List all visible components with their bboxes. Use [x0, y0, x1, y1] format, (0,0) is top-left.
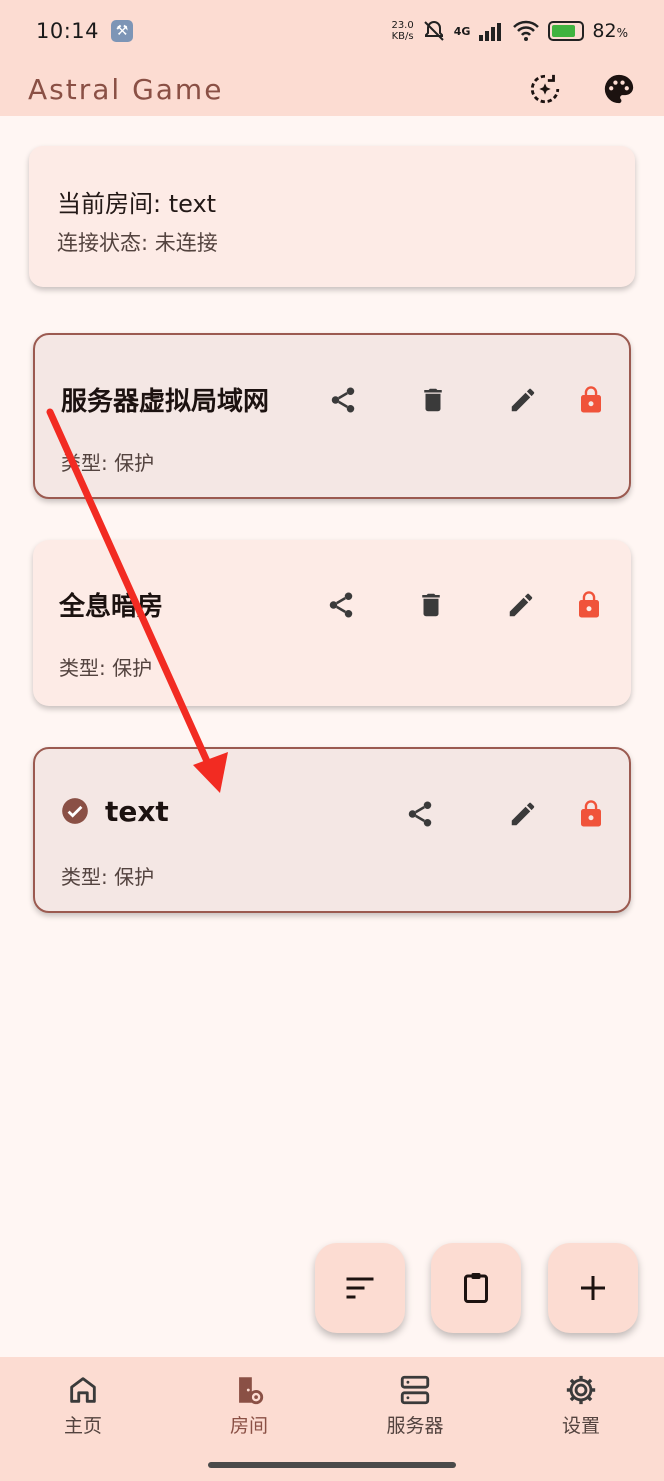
lock-icon — [579, 591, 599, 618]
room-type: 类型: 保护 — [61, 451, 155, 475]
sort-button[interactable] — [315, 1243, 405, 1333]
delete-icon[interactable] — [418, 385, 448, 415]
server-icon — [400, 1375, 430, 1405]
nav-item-rooms[interactable]: 房间 — [166, 1357, 332, 1453]
signal-icon — [479, 23, 502, 41]
share-icon[interactable] — [328, 385, 358, 415]
app-title: Astral Game — [28, 72, 224, 106]
edit-icon[interactable] — [508, 799, 538, 829]
nav-item-settings[interactable]: 设置 — [498, 1357, 664, 1453]
bottom-navigation: 主页 房间 服务器 设置 — [0, 1357, 664, 1453]
share-icon[interactable] — [405, 799, 435, 829]
bell-off-icon — [424, 20, 444, 41]
nav-label: 服务器 — [386, 1415, 444, 1437]
status-indicators: 23.0 KB/s 4G 82% — [391, 19, 628, 43]
wrench-icon: ⚒ — [111, 20, 134, 42]
sync-icon[interactable] — [528, 72, 562, 106]
nav-item-home[interactable]: 主页 — [0, 1357, 166, 1453]
sort-icon — [346, 1277, 374, 1299]
room-settings-icon — [239, 1377, 264, 1405]
nav-label: 房间 — [229, 1415, 268, 1437]
delete-icon[interactable] — [416, 590, 446, 620]
room-card[interactable]: 全息暗房 类型: 保护 — [33, 540, 631, 706]
clock: 10:14 — [36, 19, 100, 43]
lock-icon — [581, 800, 601, 827]
connection-status-label: 连接状态: 未连接 — [57, 231, 218, 255]
battery-percent: 82% — [592, 20, 628, 42]
room-name: text — [105, 795, 169, 828]
palette-icon[interactable] — [602, 72, 636, 106]
share-icon[interactable] — [326, 590, 356, 620]
nav-label: 主页 — [63, 1415, 102, 1437]
gesture-handle[interactable] — [208, 1462, 456, 1468]
current-room-label: 当前房间: text — [57, 190, 217, 218]
network-speed: 23.0 KB/s — [391, 20, 413, 42]
lock-icon — [581, 386, 601, 413]
nav-label: 设置 — [561, 1415, 600, 1437]
room-type: 类型: 保护 — [61, 865, 155, 889]
edit-icon[interactable] — [508, 385, 538, 415]
add-room-button[interactable] — [548, 1243, 638, 1333]
net-speed-value: 23.0 — [391, 20, 414, 31]
room-card-selected[interactable]: text 类型: 保护 — [33, 747, 631, 913]
gear-icon — [566, 1375, 596, 1405]
room-name: 服务器虚拟局域网 — [61, 387, 270, 417]
paste-button[interactable] — [431, 1243, 521, 1333]
app-bar: Astral Game — [0, 62, 664, 116]
add-icon — [581, 1276, 605, 1300]
battery-icon — [548, 21, 585, 41]
check-circle-icon — [62, 798, 88, 824]
room-card[interactable]: 服务器虚拟局域网 类型: 保护 — [33, 333, 631, 499]
connection-status-card: 当前房间: text 连接状态: 未连接 — [29, 146, 635, 287]
clipboard-icon — [464, 1273, 488, 1303]
network-type: 4G — [453, 24, 471, 38]
home-icon — [70, 1377, 96, 1403]
wifi-icon — [513, 20, 540, 41]
net-speed-unit: KB/s — [391, 31, 414, 42]
nav-item-servers[interactable]: 服务器 — [332, 1357, 498, 1453]
room-type: 类型: 保护 — [59, 656, 153, 680]
system-status-bar: 10:14 ⚒ 23.0 KB/s 4G 82% — [0, 0, 664, 62]
room-name: 全息暗房 — [59, 592, 164, 622]
edit-icon[interactable] — [506, 590, 536, 620]
